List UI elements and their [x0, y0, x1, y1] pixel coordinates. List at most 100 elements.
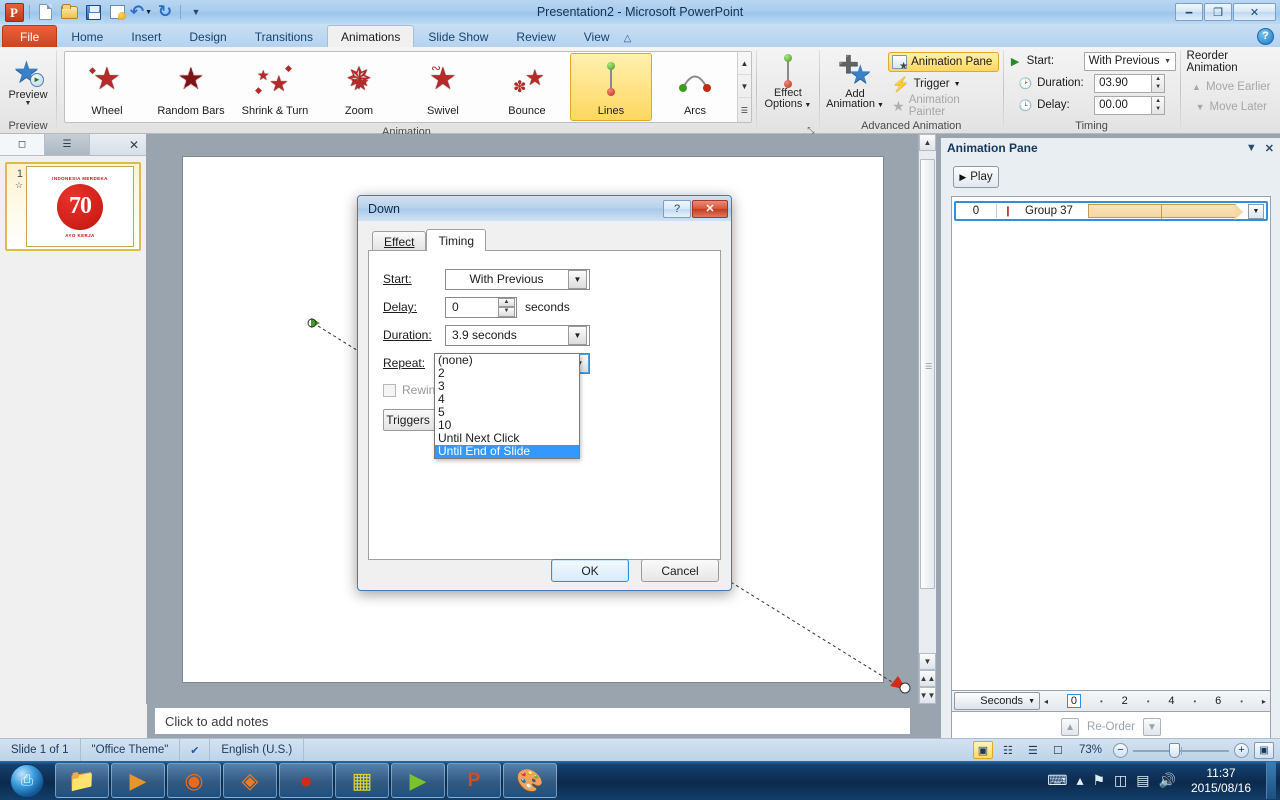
taskbar-powerpoint[interactable]: P [447, 763, 501, 798]
gallery-scroll-buttons[interactable]: ▲ ▼ ☰ [736, 52, 751, 122]
chevron-down-icon[interactable]: ▼ [25, 100, 32, 107]
dialog-launcher-icon[interactable]: ⤡ [806, 123, 816, 135]
timeline-scale[interactable]: ◂ 0 • 2 • 4 • 6 • ▸ [1040, 694, 1270, 708]
animation-pane-button[interactable]: Animation Pane [888, 52, 999, 72]
dialog-duration-select[interactable]: 3.9 seconds ▼ [445, 324, 590, 346]
notes-placeholder[interactable]: Click to add notes [154, 707, 911, 735]
ok-button[interactable]: OK [551, 559, 629, 582]
trigger-button[interactable]: ⚡ Trigger ▼ [888, 74, 999, 94]
animation-gallery[interactable]: ★ ◆ Wheel ★ Random Bars ★ ★ ◆ ◆ Shrink &… [63, 51, 752, 123]
restore-button[interactable]: ❐ [1204, 3, 1232, 21]
reading-view-icon[interactable]: ☰ [1023, 741, 1043, 759]
gallery-scroll-down-icon[interactable]: ▼ [737, 76, 751, 98]
minimize-button[interactable]: 🗕 [1175, 3, 1203, 21]
zoom-slider[interactable] [1133, 742, 1229, 758]
taskbar-gom-player[interactable]: ▶ [391, 763, 445, 798]
taskbar-uc-browser[interactable]: ◈ [223, 763, 277, 798]
cancel-button[interactable]: Cancel [641, 559, 719, 582]
timing-duration-stepper[interactable]: 03.90 ▲ ▼ [1094, 73, 1166, 93]
spin-down-icon[interactable]: ▼ [1152, 105, 1164, 114]
open-folder-icon[interactable] [58, 2, 80, 22]
repeat-option-none[interactable]: (none) [435, 354, 579, 367]
tab-home[interactable]: Home [57, 25, 117, 47]
spin-down-icon[interactable]: ▼ [498, 307, 515, 317]
chevron-down-icon[interactable]: ▼ [568, 325, 587, 345]
animation-list-item[interactable]: 0 ❙ Group 37 ▼ [954, 201, 1268, 221]
show-hidden-chevron-up-icon[interactable]: ▴ [1076, 772, 1083, 789]
spin-down-icon[interactable]: ▼ [1152, 83, 1164, 92]
play-button[interactable]: ▶ Play [953, 166, 999, 188]
powerpoint-logo-icon[interactable]: P [3, 2, 25, 22]
animation-wheel[interactable]: ★ ◆ Wheel [66, 53, 148, 121]
close-button[interactable]: ✕ [1233, 3, 1276, 21]
dialog-tab-timing[interactable]: Timing [426, 229, 487, 251]
slides-tab[interactable]: ◻ [0, 134, 45, 155]
repeat-option-until-end-of-slide[interactable]: Until End of Slide [435, 445, 579, 458]
reorder-down-button[interactable]: ▼ [1142, 718, 1161, 736]
keyboard-icon[interactable]: ⌨ [1047, 772, 1067, 789]
spell-check-icon[interactable]: ✔ [180, 738, 211, 762]
taskbar-paint[interactable]: 🎨 [503, 763, 557, 798]
taskbar-opera[interactable]: ● [279, 763, 333, 798]
tab-transitions[interactable]: Transitions [241, 25, 327, 47]
animation-item-dropdown-icon[interactable]: ▼ [1248, 203, 1264, 219]
animation-pane-collapse-icon[interactable]: ▼ [1246, 142, 1257, 155]
scroll-down-icon[interactable]: ▼ [919, 653, 936, 670]
repeat-dropdown-list[interactable]: (none) 2 3 4 5 10 Until Next Click Until… [434, 353, 580, 459]
flag-error-icon[interactable]: ⚑ [1092, 772, 1105, 789]
taskbar-windows-explorer[interactable]: 📁 [55, 763, 109, 798]
clock[interactable]: 11:37 2015/08/16 [1185, 766, 1257, 796]
zoom-out-button[interactable]: − [1113, 742, 1128, 758]
start-button[interactable]: ⎙ [0, 762, 54, 799]
taskbar-firefox[interactable]: ◉ [167, 763, 221, 798]
spin-up-icon[interactable]: ▲ [1152, 97, 1164, 106]
chevron-down-icon[interactable]: ▼ [1028, 698, 1035, 705]
gallery-more-icon[interactable]: ☰ [738, 99, 751, 121]
network-disconnected-icon[interactable]: ▤ [1136, 772, 1149, 789]
tab-design[interactable]: Design [175, 25, 240, 47]
animation-arcs[interactable]: Arcs [654, 53, 736, 121]
chevron-down-icon[interactable]: ▼ [954, 81, 961, 88]
show-desktop-button[interactable] [1266, 762, 1276, 799]
zoom-in-button[interactable]: + [1234, 742, 1249, 758]
timing-delay-value[interactable]: 00.00 [1094, 95, 1153, 115]
scrollbar-track[interactable]: ☰ [919, 151, 936, 653]
spin-up-icon[interactable]: ▲ [498, 297, 515, 307]
chevron-down-icon[interactable]: ▼ [802, 102, 811, 109]
slide-show-icon[interactable]: ☐ [1048, 741, 1068, 759]
tab-insert[interactable]: Insert [117, 25, 175, 47]
timing-start-select[interactable]: With Previous ▼ [1083, 51, 1176, 71]
minimize-ribbon-chevron-up-icon[interactable]: △ [624, 33, 632, 44]
zoom-percent[interactable]: 73% [1073, 744, 1108, 756]
tab-slide-show[interactable]: Slide Show [414, 25, 502, 47]
slide-sorter-icon[interactable]: ☷ [998, 741, 1018, 759]
previous-slide-icon[interactable]: ▲▲ [919, 670, 936, 687]
chevron-down-icon[interactable]: ▼ [875, 102, 884, 109]
preview-button[interactable]: ► Preview ▼ [4, 56, 52, 110]
gallery-scroll-up-icon[interactable]: ▲ [737, 53, 751, 75]
timeline-scroll-right-icon[interactable]: ▸ [1262, 697, 1266, 706]
undo-arrow-icon[interactable]: ↶ ▼ [130, 2, 152, 22]
slide-count-status[interactable]: Slide 1 of 1 [0, 738, 81, 762]
quick-access-toolbar[interactable]: P ↶ ▼ ↻ ▼ [0, 2, 207, 22]
fit-to-window-icon[interactable]: ▣ [1254, 741, 1274, 759]
scroll-up-icon[interactable]: ▲ [919, 134, 936, 151]
spin-up-icon[interactable]: ▲ [1152, 75, 1164, 84]
theme-status[interactable]: "Office Theme" [81, 738, 181, 762]
animation-lines[interactable]: Lines [569, 53, 652, 121]
taskbar-media-player[interactable]: ▶ [111, 763, 165, 798]
dialog-help-button[interactable]: ? [663, 199, 691, 218]
tab-file[interactable]: File [2, 25, 58, 47]
redo-arrow-icon[interactable]: ↻ [154, 2, 176, 22]
help-question-icon[interactable]: ? [1257, 28, 1274, 45]
tab-view[interactable]: View [570, 25, 624, 47]
timeline-scroll-left-icon[interactable]: ◂ [1044, 697, 1048, 706]
animation-pane-close-icon[interactable]: ✕ [1265, 142, 1274, 155]
normal-view-icon[interactable]: ▣ [972, 741, 993, 759]
dialog-delay-stepper[interactable]: 0 ▲ ▼ [445, 296, 517, 318]
battery-icon[interactable]: ◫ [1114, 772, 1127, 789]
animation-bounce[interactable]: ★ ✽ Bounce [486, 53, 568, 121]
seconds-unit-select[interactable]: Seconds ▼ [954, 692, 1040, 710]
scrollbar-thumb[interactable]: ☰ [920, 159, 935, 589]
save-disk-icon[interactable] [82, 2, 104, 22]
